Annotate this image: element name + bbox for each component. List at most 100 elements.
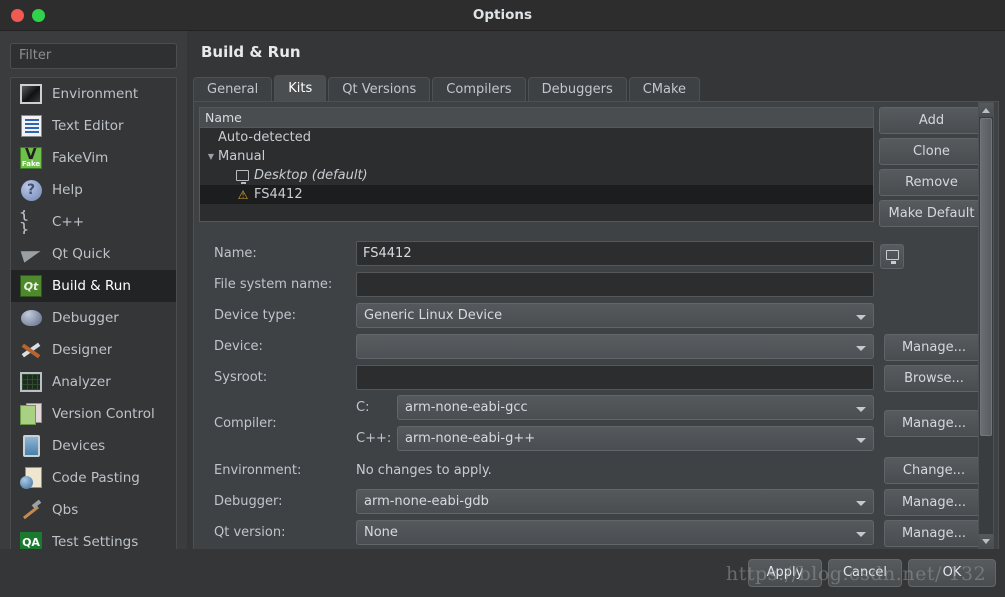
tab-bar: General Kits Qt Versions Compilers Debug… — [193, 75, 702, 102]
chevron-down-icon — [856, 346, 866, 351]
tab-qt-versions[interactable]: Qt Versions — [328, 77, 431, 102]
analyzer-icon — [19, 370, 43, 394]
sysroot-browse-button[interactable]: Browse... — [884, 365, 984, 392]
sysroot-label: Sysroot: — [214, 370, 268, 385]
sidebar-item-designer[interactable]: Designer — [11, 334, 176, 366]
text-editor-icon — [19, 114, 43, 138]
compiler-manage-button[interactable]: Manage... — [884, 410, 984, 437]
compiler-cpp-select[interactable]: arm-none-eabi-g++ — [397, 426, 874, 451]
sidebar-item-build-and-run[interactable]: Build & Run — [11, 270, 176, 302]
kit-tree[interactable]: Name Auto-detected ▼ Manual Desktop (def… — [199, 107, 874, 222]
chevron-down-icon[interactable]: ▼ — [204, 147, 218, 166]
sidebar-item-cpp[interactable]: { } C++ — [11, 206, 176, 238]
file-system-name-input[interactable] — [356, 272, 874, 297]
sidebar-item-label: Devices — [52, 438, 106, 454]
sidebar-item-label: Code Pasting — [52, 470, 140, 486]
sidebar-item-help[interactable]: ? Help — [11, 174, 176, 206]
warning-icon: ⚠ — [237, 187, 249, 202]
environment-icon — [19, 82, 43, 106]
chevron-down-icon — [856, 407, 866, 412]
sidebar-item-label: Environment — [52, 86, 139, 102]
sidebar-item-devices[interactable]: Devices — [11, 430, 176, 462]
sidebar-item-analyzer[interactable]: Analyzer — [11, 366, 176, 398]
sidebar-item-code-pasting[interactable]: Code Pasting — [11, 462, 176, 494]
clone-button[interactable]: Clone — [879, 138, 984, 165]
sidebar-item-label: Build & Run — [52, 278, 131, 294]
qt-version-select[interactable]: None — [356, 520, 874, 545]
chevron-down-icon — [856, 532, 866, 537]
sidebar-item-debugger[interactable]: Debugger — [11, 302, 176, 334]
table-row[interactable]: Auto-detected — [200, 128, 873, 147]
title-bar: Options — [0, 0, 1005, 31]
sysroot-input[interactable] — [356, 365, 874, 390]
kit-group-label: Auto-detected — [218, 130, 311, 145]
kit-tree-header: Name — [200, 108, 873, 128]
filter-input[interactable]: Filter — [10, 43, 177, 69]
tab-kits[interactable]: Kits — [274, 75, 327, 102]
qt-version-value: None — [364, 525, 398, 540]
sidebar-item-environment[interactable]: Environment — [11, 78, 176, 110]
sidebar-item-qt-quick[interactable]: Qt Quick — [11, 238, 176, 270]
sidebar-item-label: Text Editor — [52, 118, 124, 134]
vertical-scrollbar[interactable] — [978, 102, 994, 549]
table-row[interactable]: ⚠ FS4412 — [200, 185, 873, 204]
table-row[interactable]: ▼ Manual — [200, 147, 873, 166]
sidebar-item-version-control[interactable]: Version Control — [11, 398, 176, 430]
environment-change-button[interactable]: Change... — [884, 457, 984, 484]
remove-button[interactable]: Remove — [879, 169, 984, 196]
compiler-c-value: arm-none-eabi-gcc — [405, 400, 528, 415]
qt-quick-icon — [19, 242, 43, 266]
cancel-button[interactable]: Cancel — [828, 559, 902, 587]
name-input[interactable]: FS4412 — [356, 241, 874, 266]
file-system-name-label: File system name: — [214, 277, 333, 292]
sidebar-item-fakevim[interactable]: Fake FakeVim — [11, 142, 176, 174]
chevron-down-icon — [856, 438, 866, 443]
tab-general[interactable]: General — [193, 77, 273, 102]
add-button[interactable]: Add — [879, 107, 984, 134]
sidebar-item-qbs[interactable]: Qbs — [11, 494, 176, 526]
monitor-icon — [886, 250, 899, 264]
sidebar-item-label: Qt Quick — [52, 246, 111, 262]
scroll-up-button[interactable] — [979, 103, 993, 117]
tab-compilers[interactable]: Compilers — [432, 77, 526, 102]
qt-version-manage-button[interactable]: Manage... — [884, 520, 984, 547]
device-select[interactable] — [356, 334, 874, 359]
debugger-manage-button[interactable]: Manage... — [884, 489, 984, 516]
scroll-down-button[interactable] — [979, 534, 993, 548]
cpp-icon: { } — [19, 210, 30, 234]
tab-debuggers[interactable]: Debuggers — [527, 77, 627, 102]
monitor-icon — [236, 170, 249, 184]
tab-cmake[interactable]: CMake — [628, 77, 701, 102]
make-default-button[interactable]: Make Default — [879, 200, 984, 227]
content-area: Build & Run General Kits Qt Versions Com… — [187, 31, 1005, 597]
kit-group-label: Manual — [218, 149, 266, 164]
name-device-icon-button[interactable] — [880, 244, 904, 269]
options-dialog: Options Filter Environment Text Editor F… — [0, 0, 1005, 597]
ok-button[interactable]: OK — [908, 559, 996, 587]
table-row[interactable]: Desktop (default) — [200, 166, 873, 185]
sidebar-item-text-editor[interactable]: Text Editor — [11, 110, 176, 142]
device-manage-button[interactable]: Manage... — [884, 334, 984, 361]
debugger-label: Debugger: — [214, 494, 283, 509]
compiler-cpp-label: C++: — [356, 431, 392, 446]
device-type-select[interactable]: Generic Linux Device — [356, 303, 874, 328]
device-type-label: Device type: — [214, 308, 297, 323]
designer-icon — [19, 338, 43, 362]
qt-version-label: Qt version: — [214, 525, 286, 540]
sidebar: Filter Environment Text Editor Fake Fake… — [0, 31, 187, 597]
compiler-cpp-value: arm-none-eabi-g++ — [405, 431, 536, 446]
sidebar-item-label: FakeVim — [52, 150, 109, 166]
devices-icon — [19, 434, 43, 458]
debugger-icon — [19, 306, 43, 330]
debugger-select[interactable]: arm-none-eabi-gdb — [356, 489, 874, 514]
category-list: Environment Text Editor Fake FakeVim ? H… — [10, 77, 177, 587]
sidebar-item-label: C++ — [52, 214, 85, 230]
page-title: Build & Run — [201, 43, 301, 61]
apply-button[interactable]: Apply — [748, 559, 822, 587]
help-icon: ? — [19, 178, 43, 202]
device-type-value: Generic Linux Device — [364, 308, 503, 323]
compiler-c-select[interactable]: arm-none-eabi-gcc — [397, 395, 874, 420]
version-control-icon — [19, 402, 43, 426]
name-label: Name: — [214, 246, 257, 261]
scrollbar-thumb[interactable] — [980, 118, 992, 436]
